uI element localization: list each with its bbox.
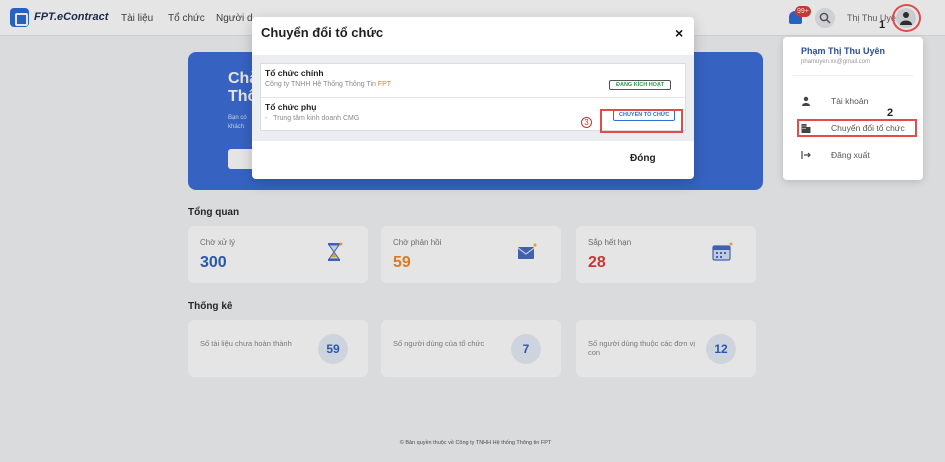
user-dropdown-menu: Phạm Thị Thu Uyên phamuyen.xx@gmail.com … xyxy=(783,37,923,180)
annotation-highlight-switch-org xyxy=(797,119,917,137)
status-badge: ĐANG KÍCH HOẠT xyxy=(609,80,672,90)
close-icon[interactable]: × xyxy=(675,25,683,41)
dropdown-item-account[interactable]: Tài khoản xyxy=(793,93,919,109)
dropdown-item-logout[interactable]: Đăng xuất xyxy=(793,147,919,163)
main-org-name: Công ty TNHH Hệ Thống Thông Tin FPT xyxy=(265,81,391,88)
dropdown-divider xyxy=(793,75,913,76)
main-org-name-text: Công ty TNHH Hệ Thống Thông Tin xyxy=(265,81,376,88)
annotation-step-3: 3 xyxy=(581,117,592,128)
logout-icon xyxy=(801,151,811,159)
sub-org-prefix: - xyxy=(265,115,268,122)
user-icon xyxy=(802,96,810,106)
annotation-step-2: 2 xyxy=(887,107,894,119)
close-button[interactable]: Đóng xyxy=(630,153,656,164)
main-org-heading: Tổ chức chính xyxy=(265,68,324,78)
sub-org-heading: Tổ chức phụ xyxy=(265,102,317,112)
annotation-ring-avatar xyxy=(892,4,921,32)
dropdown-item-label: Đăng xuất xyxy=(831,150,870,160)
annotation-step-1: 1 xyxy=(879,19,886,31)
annotation-highlight-switch-button xyxy=(600,109,683,133)
dropdown-user-email: phamuyen.xx@gmail.com xyxy=(801,59,871,65)
sub-org-name-text: Trung tâm kinh doanh CMG xyxy=(273,115,360,122)
modal-title: Chuyển đổi tổ chức xyxy=(261,25,384,40)
dropdown-item-label: Tài khoản xyxy=(831,96,869,106)
org-divider xyxy=(261,97,685,98)
switch-org-modal: Chuyển đổi tổ chức × Tổ chức chính Công … xyxy=(252,17,694,179)
dropdown-user-name: Phạm Thị Thu Uyên xyxy=(801,46,886,56)
sub-org-name: - Trung tâm kinh doanh CMG xyxy=(265,115,359,122)
main-org-name-suffix: FPT xyxy=(377,81,392,88)
